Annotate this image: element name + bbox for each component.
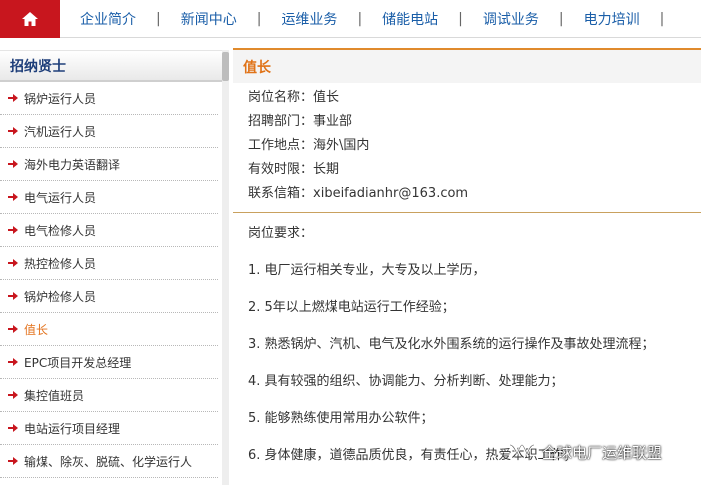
sidebar-item[interactable]: 热控检修人员 <box>0 247 218 280</box>
info-value: 事业部 <box>313 114 353 129</box>
arrow-right-icon <box>8 456 20 466</box>
requirement-item: 1. 电厂运行相关专业，大专及以上学历， <box>248 263 486 278</box>
job-detail-panel: 值长 岗位名称：值长 招聘部门：事业部 工作地点：海外\国内 有效时限：长期 联… <box>233 48 701 485</box>
sidebar: 招纳贤士 锅炉运行人员 汽机运行人员 海外电力英语翻译 电气运行人员 电气检修人… <box>0 50 229 485</box>
info-label: 招聘部门： <box>248 114 314 129</box>
sidebar-item[interactable]: 输煤、除灰、脱硫、化学运行人 <box>0 445 218 478</box>
arrow-right-icon <box>8 390 20 400</box>
info-value: 海外\国内 <box>313 138 370 153</box>
sidebar-item-label: 锅炉检修人员 <box>24 289 97 304</box>
top-nav-bar: 企业简介 | 新闻中心 | 运维业务 | 储能电站 | 调试业务 | 电力培训 … <box>0 0 701 38</box>
nav-item-company-intro[interactable]: 企业简介 <box>60 9 156 29</box>
nav-item-news[interactable]: 新闻中心 <box>161 9 257 29</box>
sidebar-item[interactable]: 值长 <box>0 313 218 346</box>
watermark: 全球电厂运维联盟 <box>508 441 662 463</box>
main-nav: 企业简介 | 新闻中心 | 运维业务 | 储能电站 | 调试业务 | 电力培训 … <box>60 0 664 38</box>
requirement-item: 2. 5年以上燃煤电站运行工作经验； <box>248 300 455 315</box>
section-divider <box>233 212 701 213</box>
scrollbar-thumb[interactable] <box>222 52 229 81</box>
sidebar-item[interactable]: 电气检修人员 <box>0 214 218 247</box>
sidebar-item-label: 汽机运行人员 <box>24 124 97 139</box>
arrow-right-icon <box>8 291 20 301</box>
requirement-item: 3. 熟悉锅炉、汽机、电气及化水外围系统的运行操作及事故处理流程； <box>248 337 655 352</box>
sidebar-item[interactable]: EPC项目开发总经理 <box>0 346 218 379</box>
sidebar-item-label: EPC项目开发总经理 <box>24 355 132 370</box>
sidebar-item-label: 电气运行人员 <box>24 190 97 205</box>
info-row-email: 联系信箱：xibeifadianhr@163.com <box>248 182 701 206</box>
requirement-item: 5. 能够熟练使用常用办公软件； <box>248 411 434 426</box>
requirement-item: 4. 具有较强的组织、协调能力、分析判断、处理能力； <box>248 374 564 389</box>
sidebar-item-label: 锅炉运行人员 <box>24 91 97 106</box>
job-title: 值长 <box>233 48 701 83</box>
sidebar-item[interactable]: 海外电力英语翻译 <box>0 148 218 181</box>
sidebar-item[interactable]: 锅炉检修人员 <box>0 280 218 313</box>
sidebar-item[interactable]: 汽机运行人员 <box>0 115 218 148</box>
nav-item-om-business[interactable]: 运维业务 <box>261 9 357 29</box>
sidebar-item-label: 电气检修人员 <box>24 223 97 238</box>
sidebar-item-label: 输煤、除灰、脱硫、化学运行人 <box>24 454 193 469</box>
arrow-right-icon <box>8 93 20 103</box>
job-requirements: 岗位要求： 1. 电厂运行相关专业，大专及以上学历， 2. 5年以上燃煤电站运行… <box>233 216 701 474</box>
requirements-title: 岗位要求： <box>248 226 314 241</box>
home-icon <box>21 11 39 27</box>
sidebar-item-label: 海外电力英语翻译 <box>24 157 121 172</box>
sidebar-scrollbar[interactable] <box>222 50 229 485</box>
arrow-right-icon <box>8 357 20 367</box>
sidebar-item[interactable]: 集控值班员 <box>0 379 218 412</box>
arrow-right-icon <box>8 159 20 169</box>
info-label: 有效时限： <box>248 162 314 177</box>
info-value: 长期 <box>313 162 340 177</box>
info-label: 岗位名称： <box>248 90 314 105</box>
job-info: 岗位名称：值长 招聘部门：事业部 工作地点：海外\国内 有效时限：长期 联系信箱… <box>233 83 701 213</box>
info-row-position: 岗位名称：值长 <box>248 86 701 110</box>
nav-item-energy-storage[interactable]: 储能电站 <box>362 9 458 29</box>
sidebar-item-label: 电站运行项目经理 <box>24 421 121 436</box>
wechat-channel-icon <box>508 441 536 463</box>
sidebar-item[interactable]: 电气运行人员 <box>0 181 218 214</box>
sidebar-title: 招纳贤士 <box>0 50 229 82</box>
watermark-text: 全球电厂运维联盟 <box>542 443 663 462</box>
sidebar-item-label: 热控检修人员 <box>24 256 97 271</box>
home-button[interactable] <box>0 0 60 38</box>
arrow-right-icon <box>8 192 20 202</box>
sidebar-item[interactable]: 电站运行项目经理 <box>0 412 218 445</box>
arrow-right-icon <box>8 126 20 136</box>
info-row-location: 工作地点：海外\国内 <box>248 134 701 158</box>
sidebar-item-label: 集控值班员 <box>24 388 85 403</box>
info-row-department: 招聘部门：事业部 <box>248 110 701 134</box>
nav-separator: | <box>659 11 665 27</box>
arrow-right-icon <box>8 258 20 268</box>
contact-email[interactable]: xibeifadianhr@163.com <box>313 186 468 201</box>
info-label: 工作地点： <box>248 138 314 153</box>
arrow-right-icon <box>8 225 20 235</box>
sidebar-item[interactable]: 锅炉运行人员 <box>0 82 218 115</box>
nav-item-power-training[interactable]: 电力培训 <box>564 9 660 29</box>
arrow-right-icon <box>8 324 20 334</box>
nav-item-commissioning[interactable]: 调试业务 <box>463 9 559 29</box>
info-value: 值长 <box>313 90 340 105</box>
info-label: 联系信箱： <box>248 186 314 201</box>
info-row-validity: 有效时限：长期 <box>248 158 701 182</box>
sidebar-job-list: 锅炉运行人员 汽机运行人员 海外电力英语翻译 电气运行人员 电气检修人员 热控检… <box>0 82 229 478</box>
sidebar-item-label: 值长 <box>24 322 49 337</box>
arrow-right-icon <box>8 423 20 433</box>
